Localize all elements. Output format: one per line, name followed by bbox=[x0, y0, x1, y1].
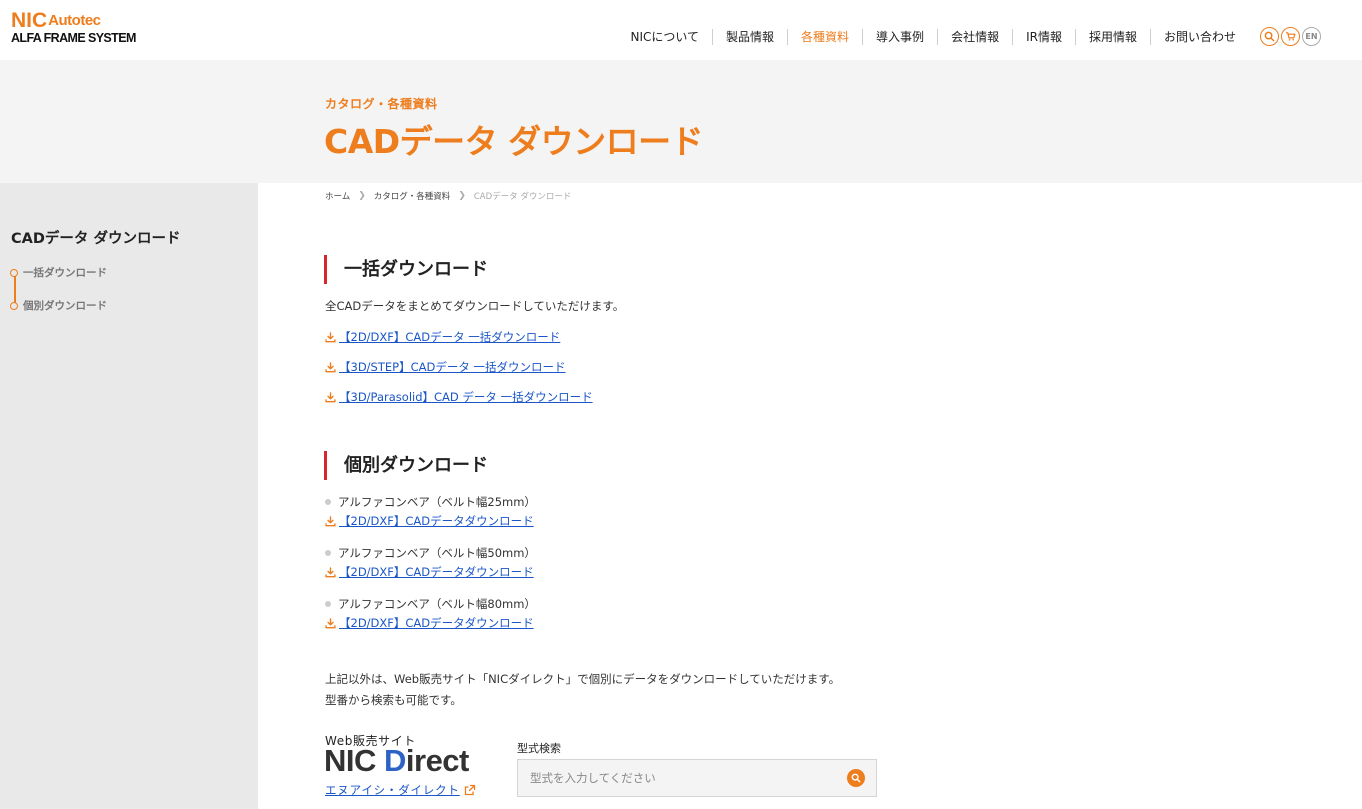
download-icon bbox=[325, 515, 336, 526]
nic-direct-logo-part: NIC bbox=[324, 743, 384, 778]
download-link-label: 【2D/DXF】CADデータダウンロード bbox=[339, 514, 534, 528]
nic-direct-link-label: エヌアイシ・ダイレクト bbox=[325, 783, 460, 797]
search-icon bbox=[851, 773, 861, 783]
bulk-description: 全CADデータをまとめてダウンロードしていただけます。 bbox=[325, 299, 625, 313]
nav-contact[interactable]: お問い合わせ bbox=[1149, 29, 1249, 45]
individual-download-heading: 個別ダウンロード bbox=[324, 451, 488, 480]
download-icon bbox=[325, 361, 336, 372]
product-name: アルファコンベア（ベルト幅50mm） bbox=[338, 546, 536, 560]
sidebar-item-dot bbox=[10, 301, 18, 310]
individual-download-link[interactable]: 【2D/DXF】CADデータダウンロード bbox=[325, 564, 534, 580]
header-icons: EN bbox=[1260, 27, 1321, 46]
bullet-icon bbox=[325, 550, 331, 556]
bulk-download-link-2d-dxf[interactable]: 【2D/DXF】CADデータ 一括ダウンロード bbox=[325, 329, 560, 345]
nav-company[interactable]: 会社情報 bbox=[937, 29, 1012, 45]
page-title: CADデータ ダウンロード bbox=[324, 122, 704, 161]
bullet-icon bbox=[325, 601, 331, 607]
hero-subtitle: カタログ・各種資料 bbox=[325, 97, 438, 111]
other-description-line2: 型番から検索も可能です。 bbox=[325, 693, 462, 707]
bulk-download-link-3d-step[interactable]: 【3D/STEP】CADデータ 一括ダウンロード bbox=[325, 359, 565, 375]
download-link-label: 【3D/Parasolid】CAD データ 一括ダウンロード bbox=[339, 390, 593, 404]
nic-direct-link[interactable]: エヌアイシ・ダイレクト bbox=[325, 782, 476, 798]
nav-recruit[interactable]: 採用情報 bbox=[1074, 29, 1150, 45]
individual-download-link[interactable]: 【2D/DXF】CADデータダウンロード bbox=[325, 615, 534, 631]
download-icon bbox=[325, 391, 336, 402]
logo-nic-text: NIC bbox=[11, 9, 48, 32]
product-name: アルファコンベア（ベルト幅25mm） bbox=[338, 495, 536, 509]
download-link-label: 【3D/STEP】CADデータ 一括ダウンロード bbox=[339, 360, 566, 374]
nic-direct-logo-d: D bbox=[384, 743, 406, 778]
sidebar-item-dot bbox=[10, 268, 18, 277]
list-item: アルファコンベア（ベルト幅80mm） bbox=[325, 596, 536, 612]
nav-about[interactable]: NICについて bbox=[617, 29, 712, 45]
sidebar-item-bulk[interactable]: 一括ダウンロード bbox=[10, 265, 107, 280]
sidebar-item-individual[interactable]: 個別ダウンロード bbox=[10, 298, 107, 313]
nav-ir[interactable]: IR情報 bbox=[1012, 29, 1075, 45]
list-item: アルファコンベア（ベルト幅25mm） bbox=[325, 494, 536, 510]
chevron-right-icon: ❯ bbox=[458, 191, 466, 201]
search-icon[interactable] bbox=[1260, 27, 1279, 46]
sidebar-item-label: 個別ダウンロード bbox=[23, 300, 107, 312]
site-logo[interactable]: NICAutotec ALFA FRAME SYSTEM bbox=[11, 9, 141, 47]
model-search-label: 型式検索 bbox=[517, 742, 561, 755]
download-link-label: 【2D/DXF】CADデータダウンロード bbox=[339, 565, 534, 579]
nav-documents[interactable]: 各種資料 bbox=[787, 29, 862, 45]
sidebar: CADデータ ダウンロード 一括ダウンロード 個別ダウンロード bbox=[0, 183, 258, 809]
cart-icon[interactable] bbox=[1281, 27, 1300, 46]
logo-autotec-text: Autotec bbox=[48, 12, 101, 29]
sidebar-title: CADデータ ダウンロード bbox=[11, 231, 181, 247]
external-link-icon bbox=[464, 784, 475, 796]
sidebar-item-label: 一括ダウンロード bbox=[23, 267, 107, 279]
list-item: アルファコンベア（ベルト幅50mm） bbox=[325, 545, 536, 561]
breadcrumb: ホーム ❯ カタログ・各種資料 ❯ CADデータ ダウンロード bbox=[325, 190, 571, 202]
nic-direct-logo-part: irect bbox=[405, 743, 469, 778]
chevron-right-icon: ❯ bbox=[358, 191, 366, 201]
download-icon bbox=[325, 566, 336, 577]
language-icon[interactable]: EN bbox=[1302, 27, 1321, 46]
search-submit-button[interactable] bbox=[847, 769, 865, 787]
model-search-box bbox=[517, 759, 877, 797]
download-icon bbox=[325, 617, 336, 628]
model-search-input[interactable] bbox=[518, 760, 838, 796]
breadcrumb-current: CADデータ ダウンロード bbox=[473, 192, 572, 202]
download-link-label: 【2D/DXF】CADデータ 一括ダウンロード bbox=[339, 330, 561, 344]
nic-direct-logo[interactable]: NIC Direct bbox=[324, 743, 469, 779]
bullet-icon bbox=[325, 499, 331, 505]
product-name: アルファコンベア（ベルト幅80mm） bbox=[338, 597, 536, 611]
logo-tagline: ALFA FRAME SYSTEM bbox=[11, 31, 136, 45]
download-link-label: 【2D/DXF】CADデータダウンロード bbox=[339, 616, 534, 630]
nav-products[interactable]: 製品情報 bbox=[712, 29, 787, 45]
download-icon bbox=[325, 331, 336, 342]
page-hero: カタログ・各種資料 CADデータ ダウンロード bbox=[0, 60, 1362, 183]
breadcrumb-catalog[interactable]: カタログ・各種資料 bbox=[374, 190, 451, 202]
global-nav: NICについて 製品情報 各種資料 導入事例 会社情報 IR情報 採用情報 お問… bbox=[617, 29, 1249, 45]
bulk-download-link-3d-parasolid[interactable]: 【3D/Parasolid】CAD データ 一括ダウンロード bbox=[325, 389, 593, 405]
bulk-download-heading: 一括ダウンロード bbox=[324, 255, 488, 284]
nav-cases[interactable]: 導入事例 bbox=[862, 29, 937, 45]
individual-download-link[interactable]: 【2D/DXF】CADデータダウンロード bbox=[325, 513, 534, 529]
language-label: EN bbox=[1305, 32, 1318, 41]
breadcrumb-home[interactable]: ホーム bbox=[325, 190, 350, 202]
site-header: NICAutotec ALFA FRAME SYSTEM NICについて 製品情… bbox=[0, 0, 1362, 60]
other-description-line1: 上記以外は、Web販売サイト「NICダイレクト」で個別にデータをダウンロードして… bbox=[325, 672, 841, 686]
